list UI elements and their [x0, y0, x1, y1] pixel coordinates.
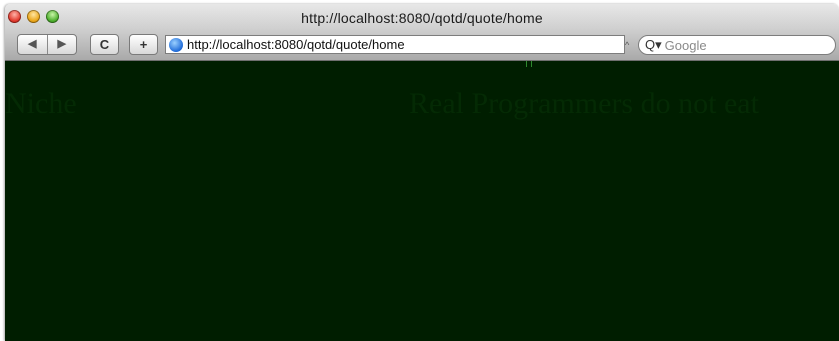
browser-window: http://localhost:8080/qotd/quote/home ◀ …	[5, 4, 839, 341]
add-bookmark-button[interactable]: +	[129, 34, 158, 55]
search-field[interactable]: Q▾ Google	[638, 35, 836, 55]
back-forward-buttons: ◀ ▶	[17, 34, 77, 55]
quote-text: Real Programmers do not eat	[409, 87, 759, 120]
reload-button[interactable]: C	[90, 34, 119, 55]
address-bar[interactable]: http://localhost:8080/qotd/quote/home	[165, 35, 625, 54]
snapback-icon[interactable]: ^	[625, 40, 629, 50]
search-placeholder: Google	[664, 37, 707, 53]
back-button[interactable]: ◀	[18, 35, 47, 54]
search-icon[interactable]: Q▾	[645, 37, 662, 53]
niche-text: Niche	[5, 87, 77, 120]
window-title: http://localhost:8080/qotd/quote/home	[301, 10, 543, 26]
address-text[interactable]: http://localhost:8080/qotd/quote/home	[187, 37, 405, 52]
quote-mark-icon	[526, 61, 532, 67]
globe-icon	[169, 37, 183, 52]
forward-button[interactable]: ▶	[48, 35, 77, 54]
browser-toolbar: http://localhost:8080/qotd/quote/home ◀ …	[5, 4, 839, 61]
page-content: Niche Real Programmers do not eat	[5, 61, 839, 341]
